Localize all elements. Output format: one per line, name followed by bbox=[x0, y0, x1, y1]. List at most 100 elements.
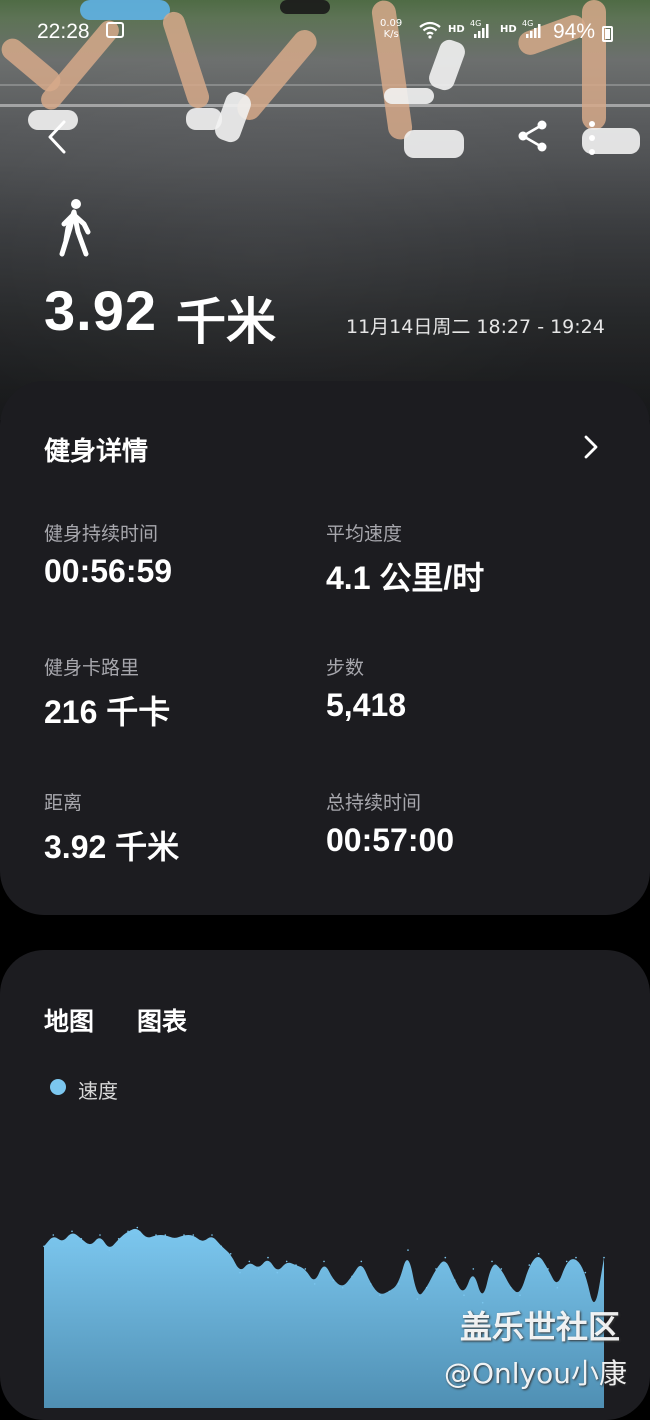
runner-shorts bbox=[280, 0, 330, 14]
speed-data-point bbox=[295, 1264, 297, 1266]
speed-data-point bbox=[556, 1286, 559, 1289]
battery-percent: 94% bbox=[553, 20, 596, 43]
speed-data-point bbox=[192, 1234, 195, 1236]
speed-data-point bbox=[145, 1238, 148, 1240]
speed-data-point bbox=[351, 1275, 353, 1278]
hero-background-photo: 22:28 0.09 K/s HD 4G HD 4G 94% 3.92 千米 1… bbox=[0, 0, 650, 420]
metric-label-avg-speed: 平均速度 bbox=[326, 523, 403, 545]
hd-badge: HD bbox=[500, 24, 517, 35]
runner-shoe bbox=[404, 130, 464, 158]
distance-unit: 千米 bbox=[176, 293, 276, 351]
speed-data-point bbox=[360, 1260, 363, 1263]
workout-details-card[interactable]: 健身详情 健身持续时间 00:56:59 平均速度 4.1 公里/时 健身卡路里… bbox=[0, 381, 650, 915]
speed-data-point bbox=[509, 1286, 512, 1289]
svg-text:4G: 4G bbox=[522, 19, 533, 28]
speed-data-point bbox=[155, 1234, 157, 1236]
runner-shoe bbox=[384, 88, 434, 104]
speed-data-point bbox=[565, 1260, 568, 1263]
speed-data-point bbox=[99, 1234, 101, 1236]
metric-value-calories: 216 千卡 bbox=[44, 694, 171, 730]
battery-icon bbox=[602, 26, 613, 42]
speed-data-point bbox=[369, 1283, 372, 1285]
metric-label-total-duration: 总持续时间 bbox=[326, 792, 422, 814]
metric-value-avg-speed: 4.1 公里/时 bbox=[326, 560, 485, 596]
speed-data-point bbox=[491, 1260, 493, 1263]
speed-data-point bbox=[285, 1260, 288, 1263]
svg-text:4G: 4G bbox=[470, 19, 481, 28]
distance-value: 3.92 bbox=[44, 279, 157, 342]
speed-data-point bbox=[472, 1268, 475, 1270]
road-marking bbox=[0, 104, 650, 107]
speed-data-point bbox=[239, 1271, 241, 1274]
speed-data-point bbox=[201, 1241, 204, 1244]
metric-label-steps: 步数 bbox=[326, 657, 365, 679]
metric-value-distance: 3.92 千米 bbox=[44, 829, 180, 865]
speed-data-point bbox=[435, 1268, 437, 1270]
speed-data-point bbox=[108, 1249, 111, 1251]
speed-data-point bbox=[341, 1286, 344, 1289]
speed-data-point bbox=[80, 1238, 83, 1240]
more-options-icon[interactable] bbox=[580, 118, 604, 158]
gallery-notification-icon bbox=[106, 22, 124, 38]
speed-data-point bbox=[117, 1238, 120, 1240]
status-bar: 22:28 0.09 K/s HD 4G HD 4G 94% bbox=[0, 16, 650, 50]
speed-data-point bbox=[332, 1279, 335, 1281]
speed-data-point bbox=[164, 1234, 167, 1236]
metric-label-distance: 距离 bbox=[44, 792, 83, 814]
speed-data-point bbox=[257, 1268, 260, 1270]
watermark-author: @Onlyou小康 bbox=[444, 1357, 628, 1390]
speed-data-point bbox=[61, 1241, 64, 1244]
speed-data-point bbox=[528, 1264, 531, 1266]
metric-value-steps: 5,418 bbox=[326, 687, 407, 723]
metric-value-duration: 00:56:59 bbox=[44, 553, 173, 589]
card-title: 健身详情 bbox=[44, 437, 149, 467]
speed-data-point bbox=[313, 1283, 316, 1285]
speed-data-point bbox=[229, 1253, 232, 1255]
speed-data-point bbox=[444, 1256, 447, 1259]
speed-data-point bbox=[416, 1298, 419, 1300]
cellular-signal-icon: 4G bbox=[522, 19, 541, 38]
network-speed-value: 0.09 bbox=[380, 18, 403, 29]
speed-data-point bbox=[304, 1268, 307, 1270]
chevron-right-icon[interactable] bbox=[580, 433, 602, 461]
speed-data-point bbox=[397, 1283, 400, 1285]
speed-data-point bbox=[379, 1294, 381, 1296]
speed-data-point bbox=[407, 1249, 409, 1251]
workout-datetime: 11月14日周二 18:27 - 19:24 bbox=[346, 316, 605, 338]
speed-data-point bbox=[127, 1230, 129, 1233]
speed-data-point bbox=[220, 1245, 223, 1248]
speed-data-point bbox=[537, 1253, 540, 1255]
wifi-icon bbox=[419, 21, 441, 39]
speed-data-point bbox=[211, 1234, 213, 1236]
speed-data-point bbox=[500, 1268, 503, 1270]
speed-data-point bbox=[519, 1294, 521, 1296]
speed-data-point bbox=[173, 1238, 176, 1240]
walk-icon bbox=[59, 199, 91, 257]
network-speed-unit: K/s bbox=[383, 29, 399, 40]
network-speed: 0.09 K/s bbox=[380, 18, 402, 40]
share-icon[interactable] bbox=[515, 118, 551, 154]
metric-label-calories: 健身卡路里 bbox=[44, 657, 140, 679]
road-marking bbox=[0, 84, 650, 86]
speed-data-point bbox=[425, 1286, 428, 1289]
speed-data-point bbox=[575, 1256, 577, 1259]
watermark-community: 盖乐世社区 bbox=[460, 1308, 621, 1346]
speed-data-point bbox=[463, 1294, 465, 1296]
metric-value-total-duration: 00:57:00 bbox=[326, 822, 455, 858]
speed-data-point bbox=[267, 1256, 269, 1259]
speed-data-point bbox=[43, 1245, 45, 1248]
speed-data-point bbox=[603, 1256, 605, 1259]
speed-data-point bbox=[183, 1234, 185, 1236]
speed-data-point bbox=[71, 1230, 73, 1233]
speed-data-point bbox=[276, 1271, 279, 1274]
speed-data-point bbox=[52, 1234, 55, 1236]
speed-data-point bbox=[388, 1290, 391, 1293]
chart-card: 地图 图表 速度 bbox=[0, 950, 650, 1420]
metric-label-duration: 健身持续时间 bbox=[44, 523, 159, 545]
speed-data-point bbox=[547, 1268, 549, 1270]
status-time: 22:28 bbox=[37, 20, 90, 43]
hd-badge: HD bbox=[448, 24, 465, 35]
back-icon[interactable] bbox=[42, 118, 76, 156]
cellular-signal-icon: 4G bbox=[470, 19, 489, 38]
speed-data-point bbox=[323, 1260, 325, 1263]
